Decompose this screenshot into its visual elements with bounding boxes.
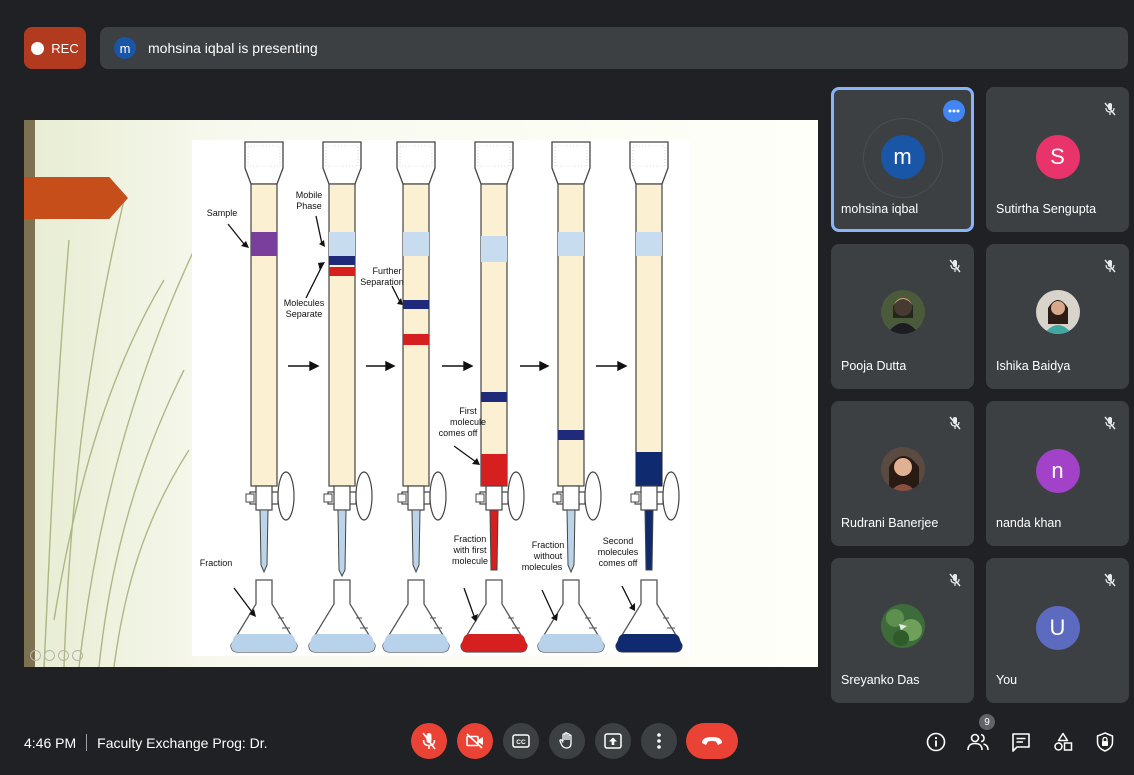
- chat-button[interactable]: [1010, 731, 1032, 753]
- raise-hand-button[interactable]: [549, 723, 585, 759]
- label-first-molecule-1: First: [459, 406, 477, 416]
- mic-off-icon: [422, 732, 436, 750]
- participant-name: Rudrani Banerjee: [841, 516, 939, 530]
- slide-arrow-shape: [24, 177, 128, 219]
- chat-icon: [1012, 733, 1030, 752]
- participant-tile-you[interactable]: U You: [986, 558, 1129, 703]
- label-first-molecule-2: molecule: [450, 417, 486, 427]
- presenting-text: mohsina iqbal is presenting: [148, 40, 318, 56]
- slide-nav-icons[interactable]: [30, 650, 83, 661]
- label-fraction: Fraction: [200, 558, 233, 568]
- activities-icon: [1054, 732, 1073, 751]
- label-second-molecule-3: comes off: [599, 558, 638, 568]
- mic-off-icon: [1100, 413, 1120, 433]
- more-options-button[interactable]: [641, 723, 677, 759]
- slide-prev-icon[interactable]: [30, 650, 41, 661]
- camera-off-icon: [466, 733, 483, 749]
- presenting-banner: m mohsina iqbal is presenting: [100, 27, 1128, 69]
- present-icon: [604, 733, 622, 749]
- label-further-separation-1: Further: [372, 266, 401, 276]
- participant-name: mohsina iqbal: [841, 202, 919, 216]
- chromatography-diagram: Sample Mobile Phase Molecules Separate F…: [192, 140, 689, 656]
- captions-button[interactable]: CC: [503, 723, 539, 759]
- mic-off-icon: [945, 570, 965, 590]
- label-fraction-without-2: without: [533, 551, 563, 561]
- label-molecules-separate-1: Molecules: [284, 298, 325, 308]
- participant-name: Ishika Baidya: [996, 359, 1071, 373]
- participant-name: nanda khan: [996, 516, 1062, 530]
- more-options-button[interactable]: [943, 100, 965, 122]
- host-controls-button[interactable]: [1094, 731, 1116, 753]
- profile-photo: [880, 290, 925, 334]
- label-fraction-first-2: with first: [452, 545, 487, 555]
- participant-tile-ishika-baidya[interactable]: Ishika Baidya: [986, 244, 1129, 389]
- participant-name: You: [996, 673, 1018, 687]
- label-fraction-without-3: molecules: [522, 562, 563, 572]
- mic-off-icon: [1100, 256, 1120, 276]
- divider: [86, 734, 88, 751]
- label-sample: Sample: [207, 208, 238, 218]
- meeting-info: 4:46 PM Faculty Exchange Prog: Dr.: [24, 734, 268, 751]
- mic-off-icon: [1100, 570, 1120, 590]
- label-fraction-first-1: Fraction: [454, 534, 487, 544]
- slide-pen-icon[interactable]: [44, 650, 55, 661]
- participant-name: Pooja Dutta: [841, 359, 907, 373]
- participant-tile-pooja-dutta[interactable]: Pooja Dutta: [831, 244, 974, 389]
- profile-photo: [1035, 290, 1080, 334]
- camera-toggle-button[interactable]: [457, 723, 493, 759]
- participant-name: Sreyanko Das: [841, 673, 920, 687]
- avatar: U: [1035, 606, 1080, 650]
- label-fraction-first-3: molecule: [452, 556, 488, 566]
- profile-photo: [880, 604, 925, 648]
- people-icon: [967, 733, 989, 751]
- mic-off-icon: [945, 413, 965, 433]
- label-first-molecule-3: comes off: [439, 428, 478, 438]
- slide-zoom-icon[interactable]: [58, 650, 69, 661]
- hang-up-icon: [702, 737, 722, 745]
- info-icon: [926, 732, 946, 752]
- participant-tile-sutirtha-sengupta[interactable]: S Sutirtha Sengupta: [986, 87, 1129, 232]
- avatar: n: [1035, 449, 1080, 493]
- label-fraction-without-1: Fraction: [532, 540, 565, 550]
- more-dots-icon: [948, 109, 960, 113]
- meeting-title: Faculty Exchange Prog: Dr.: [97, 734, 268, 751]
- profile-photo: [880, 447, 925, 491]
- participant-tile-sreyanko-das[interactable]: Sreyanko Das: [831, 558, 974, 703]
- avatar: m: [880, 135, 925, 179]
- clock-time: 4:46 PM: [24, 734, 77, 751]
- label-molecules-separate-2: Separate: [286, 309, 323, 319]
- recording-label: REC: [51, 40, 79, 56]
- label-further-separation-2: Separation: [360, 277, 404, 287]
- present-screen-button[interactable]: [595, 723, 631, 759]
- label-second-molecule-2: molecules: [598, 547, 639, 557]
- activities-button[interactable]: [1052, 731, 1074, 753]
- svg-text:CC: CC: [516, 739, 526, 746]
- participant-tile-rudrani-banerjee[interactable]: Rudrani Banerjee: [831, 401, 974, 546]
- participant-name: Sutirtha Sengupta: [996, 202, 1097, 216]
- microphone-toggle-button[interactable]: [411, 723, 447, 759]
- label-mobile-phase-2: Phase: [296, 201, 322, 211]
- participant-tile-nanda-khan[interactable]: n nanda khan: [986, 401, 1129, 546]
- mic-off-icon: [1100, 99, 1120, 119]
- presentation-slide: Sample Mobile Phase Molecules Separate F…: [24, 120, 818, 667]
- meeting-details-button[interactable]: [925, 731, 947, 753]
- presenter-avatar: m: [114, 37, 136, 59]
- slide-menu-icon[interactable]: [72, 650, 83, 661]
- recording-indicator[interactable]: REC: [24, 27, 86, 69]
- label-second-molecule-1: Second: [603, 536, 634, 546]
- shield-lock-icon: [1096, 732, 1114, 752]
- label-mobile-phase-1: Mobile: [296, 190, 323, 200]
- participant-tile-mohsina-iqbal[interactable]: m mohsina iqbal: [831, 87, 974, 232]
- participant-count-badge: 9: [979, 714, 995, 730]
- closed-captions-icon: CC: [512, 734, 530, 748]
- people-button[interactable]: [967, 731, 989, 753]
- hand-icon: [559, 732, 572, 749]
- avatar: S: [1035, 135, 1080, 179]
- mic-off-icon: [945, 256, 965, 276]
- more-vert-icon: [657, 733, 661, 749]
- record-dot-icon: [31, 41, 45, 55]
- leave-call-button[interactable]: [686, 723, 738, 759]
